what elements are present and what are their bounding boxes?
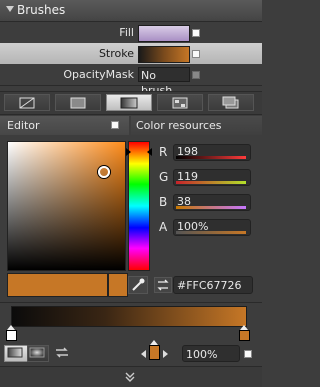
editor-label: Editor bbox=[7, 119, 40, 132]
solid-brush-icon bbox=[70, 97, 86, 109]
tab-tile-brush[interactable] bbox=[157, 94, 203, 111]
prev-stop-arrow-icon[interactable] bbox=[141, 350, 146, 358]
selected-stop-swatch bbox=[149, 345, 160, 360]
panel-title: Brushes bbox=[17, 3, 66, 17]
b-channel-gradient bbox=[176, 206, 246, 209]
editor-header[interactable]: Editor bbox=[0, 116, 129, 135]
tab-resource-brush[interactable] bbox=[208, 94, 254, 111]
eyedropper-icon bbox=[132, 278, 145, 291]
divider bbox=[0, 302, 262, 303]
brush-type-tabs bbox=[0, 91, 262, 115]
swap-arrows-icon bbox=[157, 279, 169, 291]
editor-marker[interactable] bbox=[111, 121, 119, 129]
g-channel-gradient bbox=[176, 181, 246, 184]
current-color-preview bbox=[7, 273, 108, 297]
tab-solid-brush[interactable] bbox=[55, 94, 101, 111]
eyedropper-button[interactable] bbox=[128, 276, 148, 294]
color-saturation-field[interactable] bbox=[7, 141, 126, 271]
stop-opacity-input[interactable]: 100% bbox=[182, 345, 240, 362]
r-channel-input[interactable]: 198 bbox=[173, 144, 251, 161]
hex-value-input[interactable]: #FFC67726 bbox=[173, 276, 253, 294]
stroke-swatch[interactable] bbox=[138, 46, 190, 63]
opacitymask-advanced-marker[interactable] bbox=[192, 71, 200, 79]
expand-chevron-icon bbox=[125, 372, 135, 382]
reverse-gradient-button[interactable] bbox=[53, 345, 71, 360]
fill-swatch[interactable] bbox=[138, 25, 190, 42]
tile-brush-icon bbox=[172, 97, 188, 109]
b-channel-input[interactable]: 38 bbox=[173, 194, 251, 211]
tab-gradient-brush[interactable] bbox=[106, 94, 152, 111]
fill-label: Fill bbox=[119, 26, 134, 39]
color-picker-handle[interactable] bbox=[98, 166, 110, 178]
reverse-icon bbox=[56, 347, 68, 358]
opacitymask-row[interactable]: OpacityMask No brush bbox=[0, 64, 262, 97]
linear-gradient-icon bbox=[7, 347, 23, 358]
color-resources-tab[interactable]: Color resources bbox=[131, 116, 262, 135]
linear-gradient-button[interactable] bbox=[4, 345, 28, 362]
stroke-advanced-marker[interactable] bbox=[192, 50, 200, 58]
previous-color-preview bbox=[108, 273, 128, 297]
opacitymask-value[interactable]: No brush bbox=[138, 67, 190, 97]
gradient-stop-left[interactable] bbox=[6, 330, 17, 341]
opacitymask-label: OpacityMask bbox=[63, 68, 134, 81]
next-stop-arrow-icon[interactable] bbox=[163, 350, 168, 358]
stroke-row[interactable]: Stroke bbox=[0, 43, 262, 64]
radial-gradient-button[interactable] bbox=[27, 345, 49, 362]
a-channel-label: A bbox=[159, 220, 168, 234]
collapse-triangle-icon[interactable] bbox=[6, 6, 14, 12]
color-format-toggle-button[interactable] bbox=[154, 277, 172, 293]
hue-right-arrow-icon[interactable] bbox=[147, 148, 152, 156]
a-channel-gradient bbox=[176, 231, 246, 234]
brushes-panel-header[interactable]: Brushes bbox=[0, 0, 262, 22]
gradient-stop-right[interactable] bbox=[239, 330, 250, 341]
radial-gradient-icon bbox=[29, 347, 45, 358]
fill-advanced-marker[interactable] bbox=[192, 29, 200, 37]
stroke-label: Stroke bbox=[98, 47, 134, 60]
b-channel-label: B bbox=[159, 195, 168, 209]
fill-row[interactable]: Fill bbox=[0, 22, 262, 43]
g-channel-label: G bbox=[159, 170, 169, 184]
tab-no-brush[interactable] bbox=[4, 94, 50, 111]
hue-left-arrow-icon[interactable] bbox=[126, 148, 131, 156]
no-brush-icon bbox=[19, 97, 35, 109]
hue-slider[interactable] bbox=[126, 141, 152, 271]
r-channel-gradient bbox=[176, 156, 246, 159]
g-channel-input[interactable]: 119 bbox=[173, 169, 251, 186]
gradient-bar[interactable] bbox=[11, 306, 247, 327]
gradient-brush-icon bbox=[120, 97, 138, 109]
a-channel-input[interactable]: 100% bbox=[173, 219, 251, 236]
stop-opacity-marker[interactable] bbox=[244, 350, 252, 358]
color-resources-label: Color resources bbox=[136, 119, 222, 132]
resource-brush-icon bbox=[222, 96, 239, 109]
expander-bar[interactable] bbox=[0, 366, 262, 387]
r-channel-label: R bbox=[159, 145, 168, 159]
